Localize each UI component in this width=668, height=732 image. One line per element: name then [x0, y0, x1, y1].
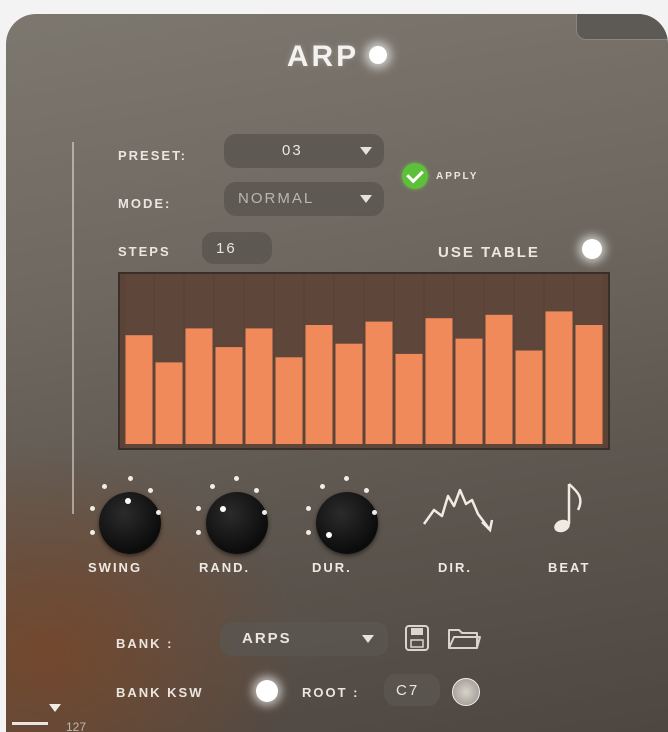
dur-label: DUR.: [312, 560, 352, 575]
swing-label: SWING: [88, 560, 143, 575]
step-bar[interactable]: [485, 314, 513, 444]
knob-indicator: [220, 506, 226, 512]
step-bar[interactable]: [125, 335, 153, 444]
step-table[interactable]: [118, 272, 610, 450]
folder-icon[interactable]: [446, 624, 482, 652]
dur-knob[interactable]: [316, 492, 378, 554]
section-divider: [72, 142, 74, 514]
bottom-caret-icon[interactable]: [49, 704, 61, 712]
arp-power-toggle[interactable]: [369, 46, 388, 65]
tick-dot: [210, 484, 215, 489]
root-field[interactable]: C7: [384, 674, 440, 706]
step-bar[interactable]: [365, 321, 393, 444]
note-icon[interactable]: [548, 478, 588, 538]
tick-dot: [306, 530, 311, 535]
chevron-down-icon: [360, 195, 372, 203]
save-icon[interactable]: [404, 624, 430, 652]
tick-dot: [254, 488, 259, 493]
steps-field[interactable]: 16: [202, 232, 272, 264]
top-tab[interactable]: [576, 14, 668, 40]
tick-dot: [128, 476, 133, 481]
bank-ksw-label: BANK KSW: [116, 685, 204, 700]
bank-ksw-toggle[interactable]: [256, 680, 278, 702]
step-bar[interactable]: [275, 357, 303, 444]
tick-dot: [364, 488, 369, 493]
root-label: ROOT :: [302, 685, 360, 700]
arp-title-text: ARP: [286, 40, 360, 73]
dir-label: DIR.: [438, 560, 472, 575]
step-bar[interactable]: [335, 343, 363, 444]
tick-dot: [196, 530, 201, 535]
tick-dot: [156, 510, 161, 515]
tick-dot: [196, 506, 201, 511]
bank-select[interactable]: ARPS: [220, 622, 388, 656]
step-bar[interactable]: [155, 362, 183, 444]
root-learn-button[interactable]: [452, 678, 480, 706]
rand-knob[interactable]: [206, 492, 268, 554]
steps-label: STEPS: [118, 244, 171, 259]
arp-panel: ARP PRESET: 03 MODE: NORMAL APPLY STEPS …: [6, 14, 668, 732]
use-table-toggle[interactable]: [582, 239, 602, 259]
tick-dot: [90, 506, 95, 511]
tick-dot: [262, 510, 267, 515]
preset-select[interactable]: 03: [224, 134, 384, 168]
bank-value: ARPS: [242, 630, 292, 647]
bank-label: BANK :: [116, 636, 174, 651]
step-bar[interactable]: [185, 328, 213, 444]
mode-label: MODE:: [118, 196, 172, 211]
bottom-slider-track[interactable]: [12, 722, 48, 725]
bottom-value: 127: [66, 720, 87, 732]
tick-dot: [102, 484, 107, 489]
tick-dot: [306, 506, 311, 511]
tick-dot: [372, 510, 377, 515]
direction-wave-icon[interactable]: [420, 480, 496, 536]
use-table-label: USE TABLE: [438, 244, 540, 261]
step-bar[interactable]: [305, 325, 333, 444]
tick-dot: [148, 488, 153, 493]
beat-label: BEAT: [548, 560, 591, 575]
tick-dot: [90, 530, 95, 535]
mode-select[interactable]: NORMAL: [224, 182, 384, 216]
step-bar[interactable]: [395, 353, 423, 444]
knob-indicator: [326, 532, 332, 538]
step-bar[interactable]: [575, 325, 603, 444]
knob-indicator: [125, 498, 131, 504]
step-bar[interactable]: [515, 350, 543, 445]
tick-dot: [320, 484, 325, 489]
apply-label: APPLY: [436, 171, 479, 182]
step-bars[interactable]: [120, 274, 608, 448]
swing-knob[interactable]: [99, 492, 161, 554]
arp-title: ARP: [6, 40, 668, 74]
preset-value: 03: [282, 142, 303, 159]
step-bar[interactable]: [215, 347, 243, 444]
chevron-down-icon: [360, 147, 372, 155]
step-bar[interactable]: [245, 328, 273, 444]
mode-value: NORMAL: [238, 190, 315, 207]
tick-dot: [234, 476, 239, 481]
step-bar[interactable]: [425, 318, 453, 444]
rand-label: RAND.: [199, 560, 251, 575]
chevron-down-icon: [362, 635, 374, 643]
root-value: C7: [396, 682, 420, 699]
apply-check-icon[interactable]: [402, 163, 428, 189]
preset-label: PRESET:: [118, 148, 187, 163]
step-bar[interactable]: [455, 338, 483, 444]
steps-value: 16: [216, 240, 237, 257]
step-bar[interactable]: [545, 311, 573, 444]
tick-dot: [344, 476, 349, 481]
